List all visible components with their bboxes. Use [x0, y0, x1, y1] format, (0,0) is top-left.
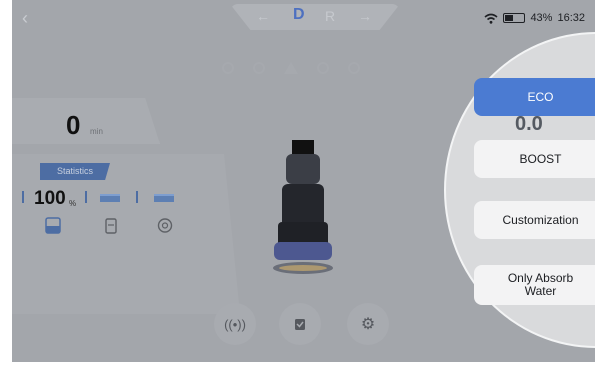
settings-icon: ⚙	[360, 316, 376, 333]
speed-value: 0	[66, 110, 81, 140]
battery-icon	[503, 13, 526, 23]
mode-only-absorb-water-button[interactable]: Only Absorb Water	[474, 265, 595, 305]
back-chevron-icon[interactable]: ‹	[22, 9, 36, 27]
indicator-circle-icon	[253, 62, 265, 74]
signal-icon: ((•))	[224, 316, 246, 332]
wifi-icon	[484, 13, 498, 24]
clock: 16:32	[557, 12, 585, 24]
level-bar	[154, 194, 174, 202]
top-bar: ‹ ← D R → 43% 16:32	[12, 0, 595, 36]
machine-image	[273, 140, 333, 274]
indicator-circle-icon	[348, 62, 360, 74]
status-area: 43% 16:32	[484, 9, 585, 27]
mode-only-absorb-water-label: Only Absorb Water	[507, 271, 574, 298]
battery-percent: 43%	[530, 12, 553, 24]
brush-icon	[157, 218, 173, 233]
mode-customization-button[interactable]: Customization	[474, 201, 595, 239]
mode-eco-button[interactable]: ECO	[474, 78, 595, 116]
warning-triangle-icon	[284, 62, 298, 74]
clipboard-icon	[295, 319, 305, 330]
indicator-row	[222, 62, 360, 74]
clean-water-icon	[45, 217, 61, 234]
gear-drive[interactable]: D	[293, 6, 305, 24]
level-tick	[22, 191, 24, 203]
statistics-tab[interactable]: Statistics	[40, 163, 110, 180]
dirty-water-tank-icon	[105, 218, 117, 234]
level-bar	[100, 194, 120, 202]
settings-button[interactable]: ⚙	[347, 303, 389, 345]
indicator-circle-icon	[317, 62, 329, 74]
clipboard-button[interactable]	[279, 303, 321, 345]
water-percent: 100	[34, 188, 66, 209]
app-screen: ‹ ← D R → 43% 16:32 0 min Statistics 100…	[12, 0, 595, 362]
gear-right[interactable]: →	[358, 8, 372, 24]
mode-boost-button[interactable]: BOOST	[474, 140, 595, 178]
signal-button[interactable]: ((•))	[214, 303, 256, 345]
water-percent-unit: %	[69, 199, 77, 208]
speed-unit: min	[90, 127, 103, 136]
speed-panel	[12, 98, 160, 144]
gear-left[interactable]: ←	[256, 8, 270, 24]
speed-readout-behind: 0.0	[515, 113, 543, 135]
level-tick	[85, 191, 87, 203]
gear-reverse[interactable]: R	[325, 8, 335, 24]
level-tick	[136, 191, 138, 203]
indicator-circle-icon	[222, 62, 234, 74]
